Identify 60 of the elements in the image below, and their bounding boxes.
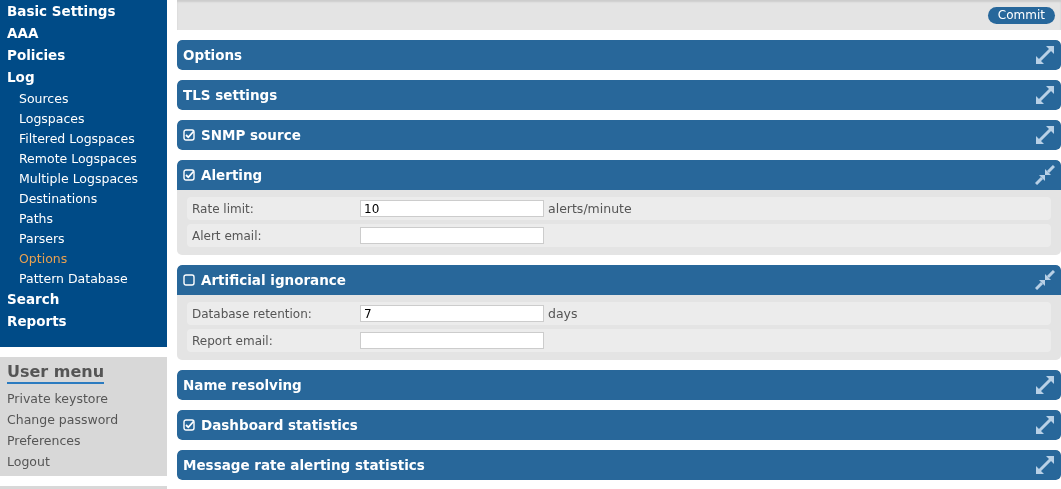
nav-item[interactable]: Search [0,289,167,311]
field-label: Rate limit: [192,201,255,216]
collapse-icon[interactable] [1035,270,1055,290]
nav-subitem[interactable]: Parsers [0,229,167,249]
section-title: Name resolving [183,377,303,393]
checked-checkbox[interactable] [183,419,195,431]
field-label: Alert email: [192,228,263,243]
nav-item[interactable]: Reports [0,311,167,333]
expand-icon[interactable] [1035,45,1055,65]
section-title: Artificial ignorance [201,272,347,288]
section-header[interactable]: SNMP source [177,120,1061,150]
section-title: Options [183,47,244,63]
user-menu-title: User menu [7,362,105,384]
field-label: Database retention: [192,306,313,321]
nav-subitem[interactable]: Options [0,249,167,269]
section-title: Dashboard statistics [201,417,359,433]
user-menu-item[interactable]: Change password [7,409,160,430]
checked-checkbox[interactable] [183,169,195,181]
field-label: Report email: [192,333,274,348]
nav-item[interactable]: Log [0,67,167,89]
section-title: Alerting [201,167,264,183]
nav-subitem[interactable]: Filtered Logspaces [0,129,167,149]
checked-checkbox[interactable] [183,129,195,141]
section-title: Message rate alerting statistics [183,457,426,473]
section-header[interactable]: Name resolving [177,370,1061,400]
user-menu-item[interactable]: Logout [7,451,160,472]
checkbox[interactable] [183,274,195,286]
nav-item[interactable]: Policies [0,45,167,67]
nav-item[interactable]: Basic Settings [0,1,167,23]
nav-subitem[interactable]: Logspaces [0,109,167,129]
nav-subitem[interactable]: Remote Logspaces [0,149,167,169]
nav-item[interactable]: AAA [0,23,167,45]
nav-subitem[interactable]: Multiple Logspaces [0,169,167,189]
expand-icon[interactable] [1035,375,1055,395]
commit-button[interactable]: Commit [987,6,1055,24]
section-title: SNMP source [201,127,302,143]
nav-subitem[interactable]: Destinations [0,189,167,209]
input-field[interactable] [360,227,544,244]
nav-subitem[interactable]: Paths [0,209,167,229]
nav-subitem[interactable]: Pattern Database [0,269,167,289]
user-menu-item[interactable]: Private keystore [7,388,160,409]
section-header[interactable]: Options [177,40,1061,70]
nav-subitem[interactable]: Sources [0,89,167,109]
input-field[interactable]: 10 [360,200,544,217]
expand-icon[interactable] [1035,85,1055,105]
unit-label: days [548,306,578,321]
section-header[interactable]: Artificial ignorance [177,265,1061,295]
expand-icon[interactable] [1035,125,1055,145]
input-field[interactable]: 7 [360,305,544,322]
expand-icon[interactable] [1035,455,1055,475]
section-header[interactable]: Dashboard statistics [177,410,1061,440]
unit-label: alerts/minute [548,201,632,216]
input-field[interactable] [360,332,544,349]
expand-icon[interactable] [1035,415,1055,435]
user-menu-item[interactable]: Preferences [7,430,160,451]
section-header[interactable]: Alerting [177,160,1061,190]
section-title: TLS settings [183,87,279,103]
section-header[interactable]: Message rate alerting statistics [177,450,1061,480]
collapse-icon[interactable] [1035,165,1055,185]
section-header[interactable]: TLS settings [177,80,1061,110]
